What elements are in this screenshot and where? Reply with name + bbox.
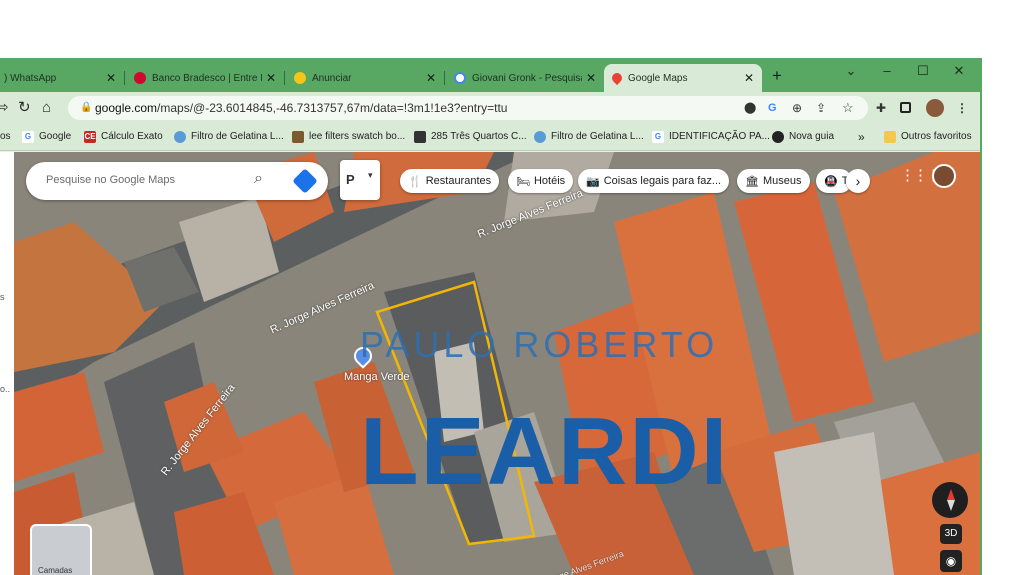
watermark-top: PAULO ROBERTO <box>360 324 719 365</box>
chip-coisas-legais[interactable]: 📷 Coisas legais para faz... <box>578 169 730 193</box>
bradesco-icon <box>134 72 146 84</box>
parking-layer-button[interactable]: P ▾ <box>340 160 380 200</box>
close-tab-icon[interactable]: ✕ <box>266 71 276 85</box>
tab-google-search[interactable]: Giovani Gronk - Pesquisa ✕ <box>446 64 604 92</box>
chrome-icon <box>772 131 784 143</box>
side-panel-icon[interactable] <box>900 102 911 113</box>
bookmark-star-icon[interactable]: ☆ <box>842 96 854 120</box>
map-search-box[interactable]: Pesquise no Google Maps ⌕ <box>26 162 328 200</box>
bookmark-item[interactable]: G IDENTIFICAÇÃO PA... <box>652 129 770 145</box>
tab-label: ) WhatsApp <box>4 72 57 84</box>
address-bar[interactable]: 🔒 google.com/maps/@-23.6014845,-46.73137… <box>68 96 868 120</box>
panel-text-fragment: s <box>0 292 5 302</box>
google-lens-icon[interactable]: G <box>768 96 777 120</box>
close-tab-icon[interactable]: ✕ <box>106 71 116 85</box>
tab-label: Anunciar <box>312 72 352 84</box>
collapsed-side-panel: s o.. <box>0 152 14 575</box>
browser-toolbar: ⇨ ↻ ⌂ 🔒 google.com/maps/@-23.6014845,-46… <box>0 92 980 124</box>
google-icon: G <box>652 131 664 143</box>
tab-bradesco[interactable]: Banco Bradesco | Entre N ✕ <box>126 64 284 92</box>
search-icon[interactable]: ⌕ <box>254 170 263 188</box>
bookmarks-bar: os G Google CE Cálculo Exato Filtro de Gel… <box>0 124 980 151</box>
bookmark-item[interactable]: G Google <box>22 129 71 145</box>
bookmark-item[interactable]: Nova guia <box>772 129 834 145</box>
chips-next-button[interactable]: › <box>846 169 870 193</box>
share-icon[interactable]: ⇪ <box>816 96 826 120</box>
new-tab-button[interactable]: + <box>772 66 782 86</box>
tab-label: Banco Bradesco | Entre N <box>152 72 262 84</box>
menu-kebab-icon[interactable]: ⋮ <box>956 100 968 116</box>
bag-icon <box>292 131 304 143</box>
doc-icon <box>414 131 426 143</box>
bookmark-item[interactable]: Filtro de Gelatina L... <box>534 129 644 145</box>
chevron-down-icon: ▾ <box>368 170 373 180</box>
chip-museus[interactable]: 🏛 Museus <box>737 169 810 193</box>
bookmark-item[interactable]: 285 Três Quartos C... <box>414 129 527 145</box>
search-input[interactable]: Pesquise no Google Maps <box>46 174 175 186</box>
browser-window: ) WhatsApp ✕ Banco Bradesco | Entre N ✕ … <box>0 58 982 575</box>
place-label[interactable]: Manga Verde <box>344 371 409 383</box>
compass-icon[interactable] <box>932 482 968 518</box>
tab-separator <box>124 71 125 85</box>
profile-avatar-icon[interactable] <box>926 99 944 117</box>
restaurant-icon: 🍴 <box>408 175 422 188</box>
tab-strip: ) WhatsApp ✕ Banco Bradesco | Entre N ✕ … <box>0 58 980 92</box>
satellite-map[interactable]: Pesquise no Google Maps ⌕ P ▾ 🍴 Restauran… <box>14 152 980 575</box>
anunciar-icon <box>294 72 306 84</box>
minimize-button[interactable]: – <box>870 60 904 82</box>
tab-separator <box>444 71 445 85</box>
close-tab-icon[interactable]: ✕ <box>586 71 596 85</box>
tab-whatsapp[interactable]: ) WhatsApp ✕ <box>0 64 124 92</box>
bookmark-item[interactable]: CE Cálculo Exato <box>84 129 163 145</box>
reload-icon[interactable]: ↻ <box>18 98 31 118</box>
other-bookmarks[interactable]: Outros favoritos <box>884 129 972 145</box>
panel-text-fragment: o.. <box>0 384 11 394</box>
home-icon[interactable]: ⌂ <box>42 98 51 118</box>
google-icon: G <box>22 131 34 143</box>
globe-icon <box>174 131 186 143</box>
google-icon <box>454 72 466 84</box>
3d-toggle-button[interactable]: 3D <box>940 524 962 544</box>
bookmark-item[interactable]: lee filters swatch bo... <box>292 129 405 145</box>
install-app-icon[interactable]: ⊕ <box>792 96 802 120</box>
watermark-bottom: LEARDI <box>360 398 730 505</box>
tab-label: Google Maps <box>628 72 688 84</box>
location-pin-icon[interactable]: ⬤ <box>744 96 756 120</box>
my-location-icon[interactable]: ◉ <box>940 550 962 572</box>
tab-separator <box>284 71 285 85</box>
close-tab-icon[interactable]: ✕ <box>426 71 436 85</box>
transit-icon: 🚇 <box>824 175 838 188</box>
chip-hoteis[interactable]: 🛏 Hotéis <box>508 169 574 193</box>
globe-icon <box>534 131 546 143</box>
lock-icon: 🔒 <box>80 102 93 113</box>
directions-icon[interactable] <box>292 168 318 194</box>
bookmarks-overflow-button[interactable]: » <box>858 129 865 145</box>
tab-anunciar[interactable]: Anunciar ✕ <box>286 64 444 92</box>
forward-icon[interactable]: ⇨ <box>0 98 9 118</box>
camera-icon: 📷 <box>586 175 600 188</box>
extensions-icon[interactable]: ✚ <box>876 100 886 116</box>
bookmark-item[interactable]: os <box>0 129 11 145</box>
folder-icon <box>884 131 896 143</box>
ce-icon: CE <box>84 131 96 143</box>
tab-label: Giovani Gronk - Pesquisa <box>472 72 582 84</box>
maximize-button[interactable]: ☐ <box>906 60 940 82</box>
url-text: google.com/maps/@-23.6014845,-46.7313757… <box>95 101 508 115</box>
bookmark-item[interactable]: Filtro de Gelatina L... <box>174 129 284 145</box>
maps-pin-icon <box>609 70 625 86</box>
layers-toggle[interactable]: Camadas <box>30 524 92 575</box>
chip-restaurantes[interactable]: 🍴 Restaurantes <box>400 169 500 193</box>
close-tab-icon[interactable]: ✕ <box>744 71 754 85</box>
museum-icon: 🏛 <box>745 175 759 188</box>
tab-google-maps[interactable]: Google Maps ✕ <box>604 64 762 92</box>
tab-search-button[interactable]: ⌄ <box>834 60 868 82</box>
close-window-button[interactable]: ✕ <box>942 60 976 82</box>
account-avatar[interactable] <box>932 164 956 188</box>
hotel-icon: 🛏 <box>516 175 530 188</box>
